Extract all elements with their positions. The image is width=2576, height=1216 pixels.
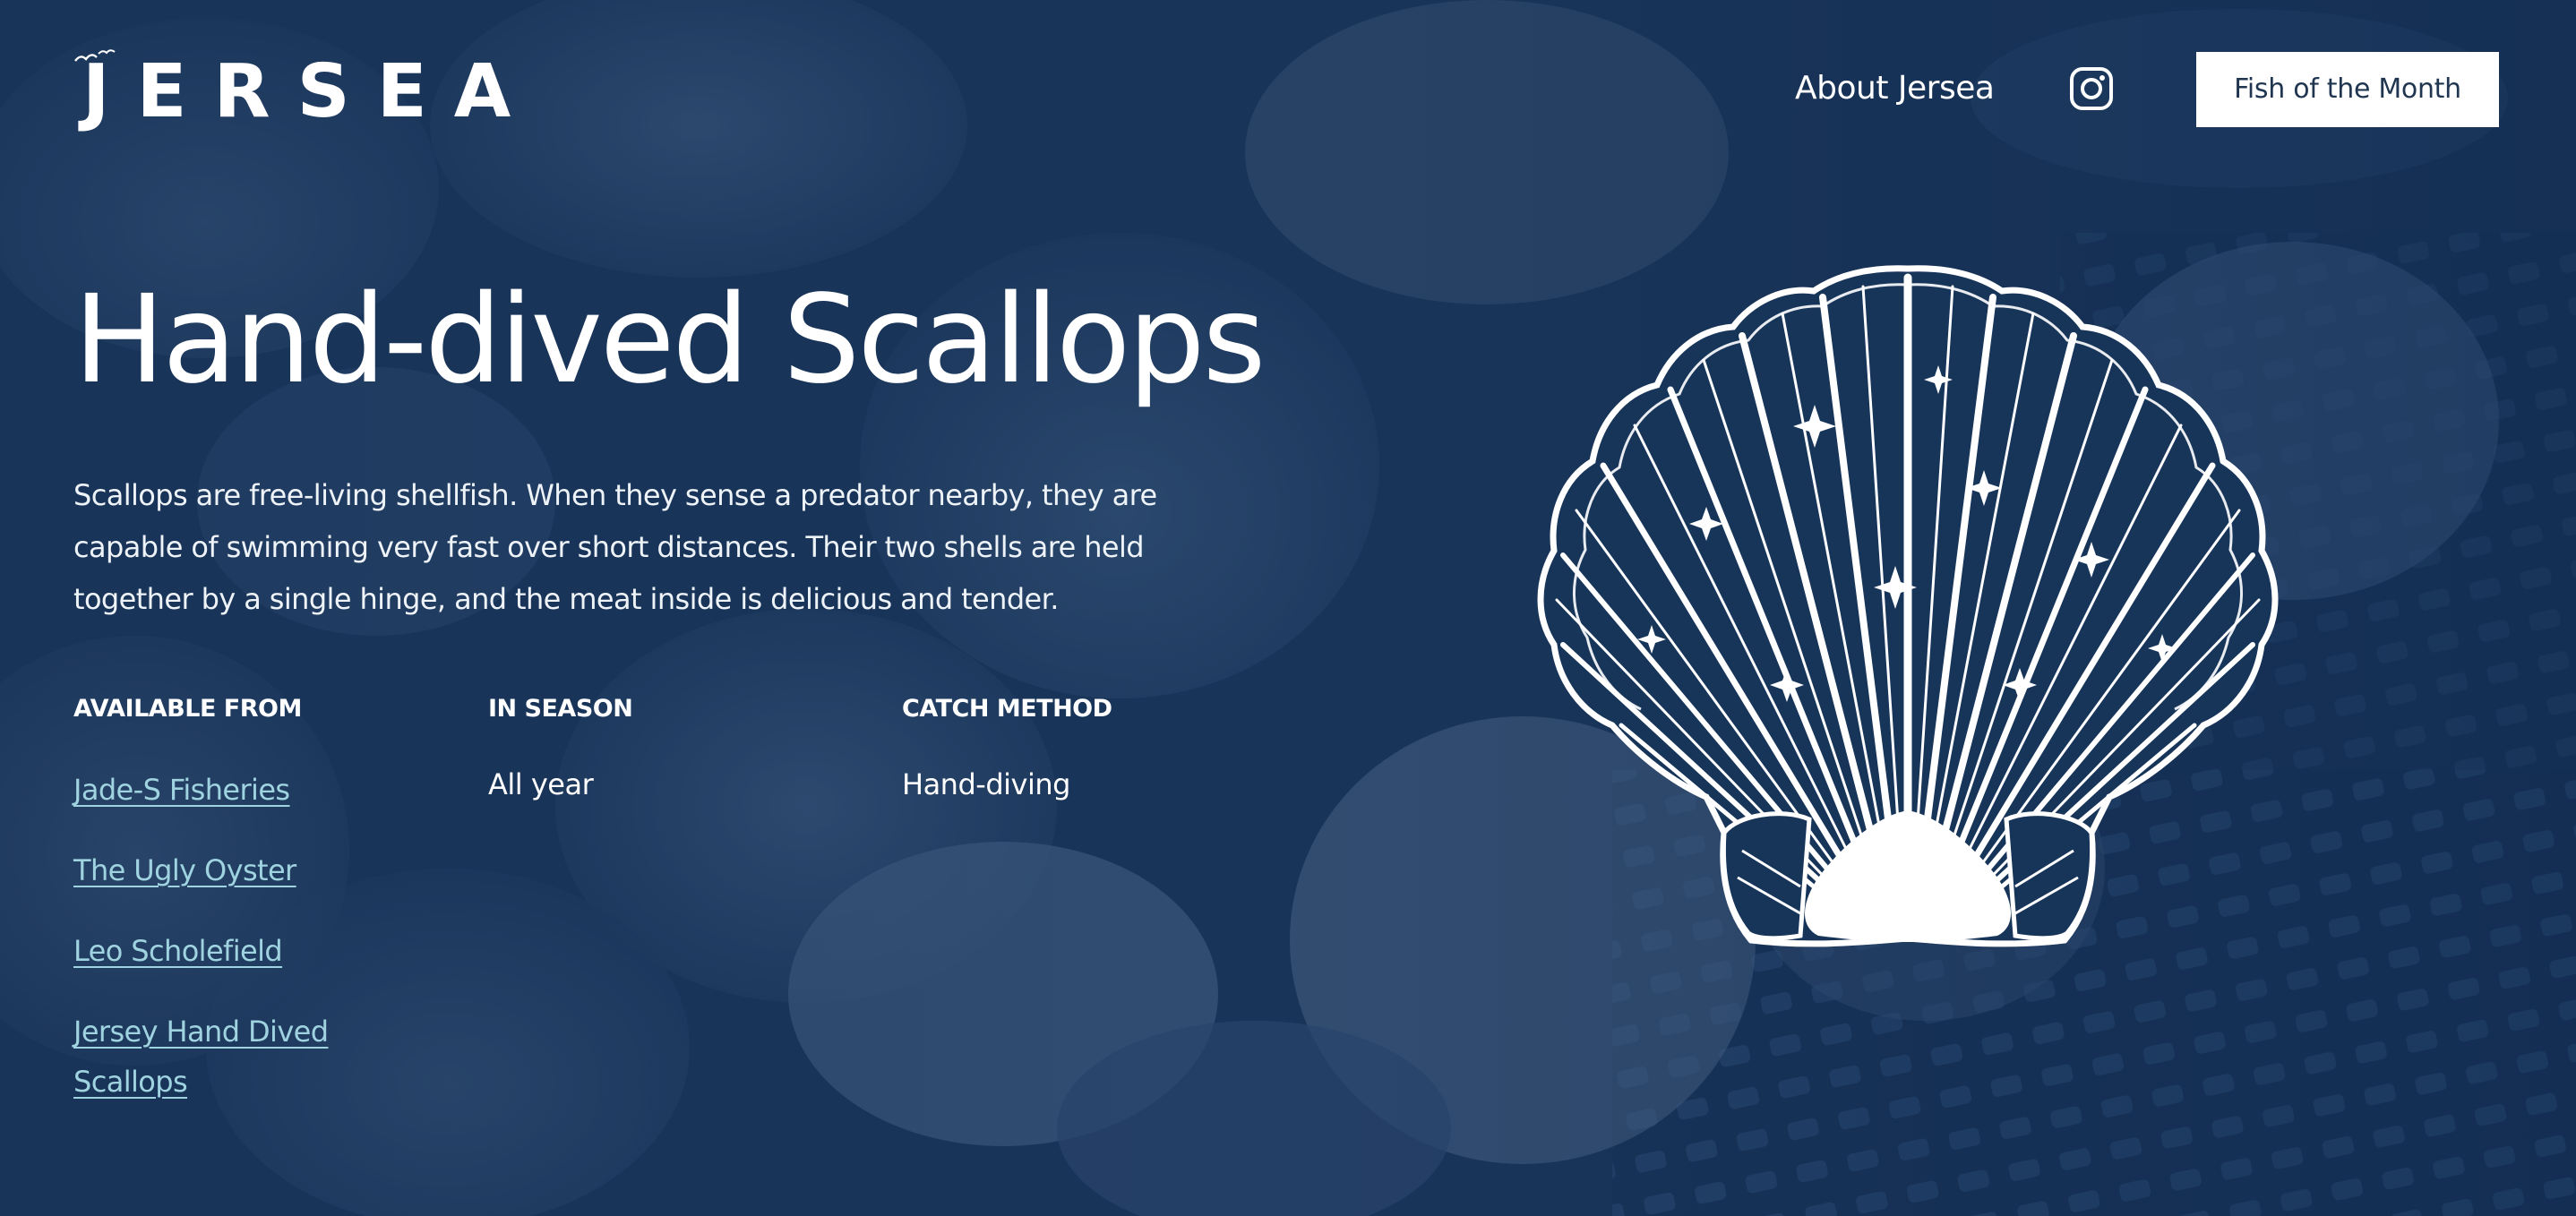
- supplier-link-jersey-hand-dived-scallops[interactable]: Jersey Hand Dived Scallops: [73, 1006, 360, 1107]
- instagram-icon[interactable]: [2069, 66, 2114, 111]
- page-description: Scallops are free-living shellfish. When…: [73, 478, 1157, 616]
- supplier-list: Jade-S Fisheries The Ugly Oyster Leo Sch…: [73, 765, 360, 1107]
- catch-method-value: Hand-diving: [902, 767, 1070, 801]
- available-from-heading: AVAILABLE FROM: [73, 695, 302, 723]
- in-season-value: All year: [488, 767, 594, 801]
- scallop-shell-icon: [1537, 265, 2279, 947]
- nav-about-link[interactable]: About Jersea: [1795, 66, 1995, 111]
- catch-method-heading: CATCH METHOD: [902, 695, 1112, 723]
- catch-method-section: CATCH METHOD Hand-diving: [902, 691, 1112, 804]
- supplier-link-the-ugly-oyster[interactable]: The Ugly Oyster: [73, 845, 296, 895]
- supplier-link-jade-s-fisheries[interactable]: Jade-S Fisheries: [73, 765, 290, 815]
- page-title: Hand-dived Scallops: [73, 270, 1266, 411]
- in-season-section: IN SEASON All year: [488, 691, 633, 804]
- fish-of-the-month-button[interactable]: Fish of the Month: [2196, 52, 2499, 127]
- logo-wordmark: JERSEA: [82, 49, 538, 134]
- jersea-logo[interactable]: JERSEA: [73, 49, 511, 133]
- available-from-section: AVAILABLE FROM Jade-S Fisheries The Ugly…: [73, 691, 360, 1137]
- in-season-heading: IN SEASON: [488, 695, 633, 723]
- supplier-link-leo-scholefield[interactable]: Leo Scholefield: [73, 926, 283, 976]
